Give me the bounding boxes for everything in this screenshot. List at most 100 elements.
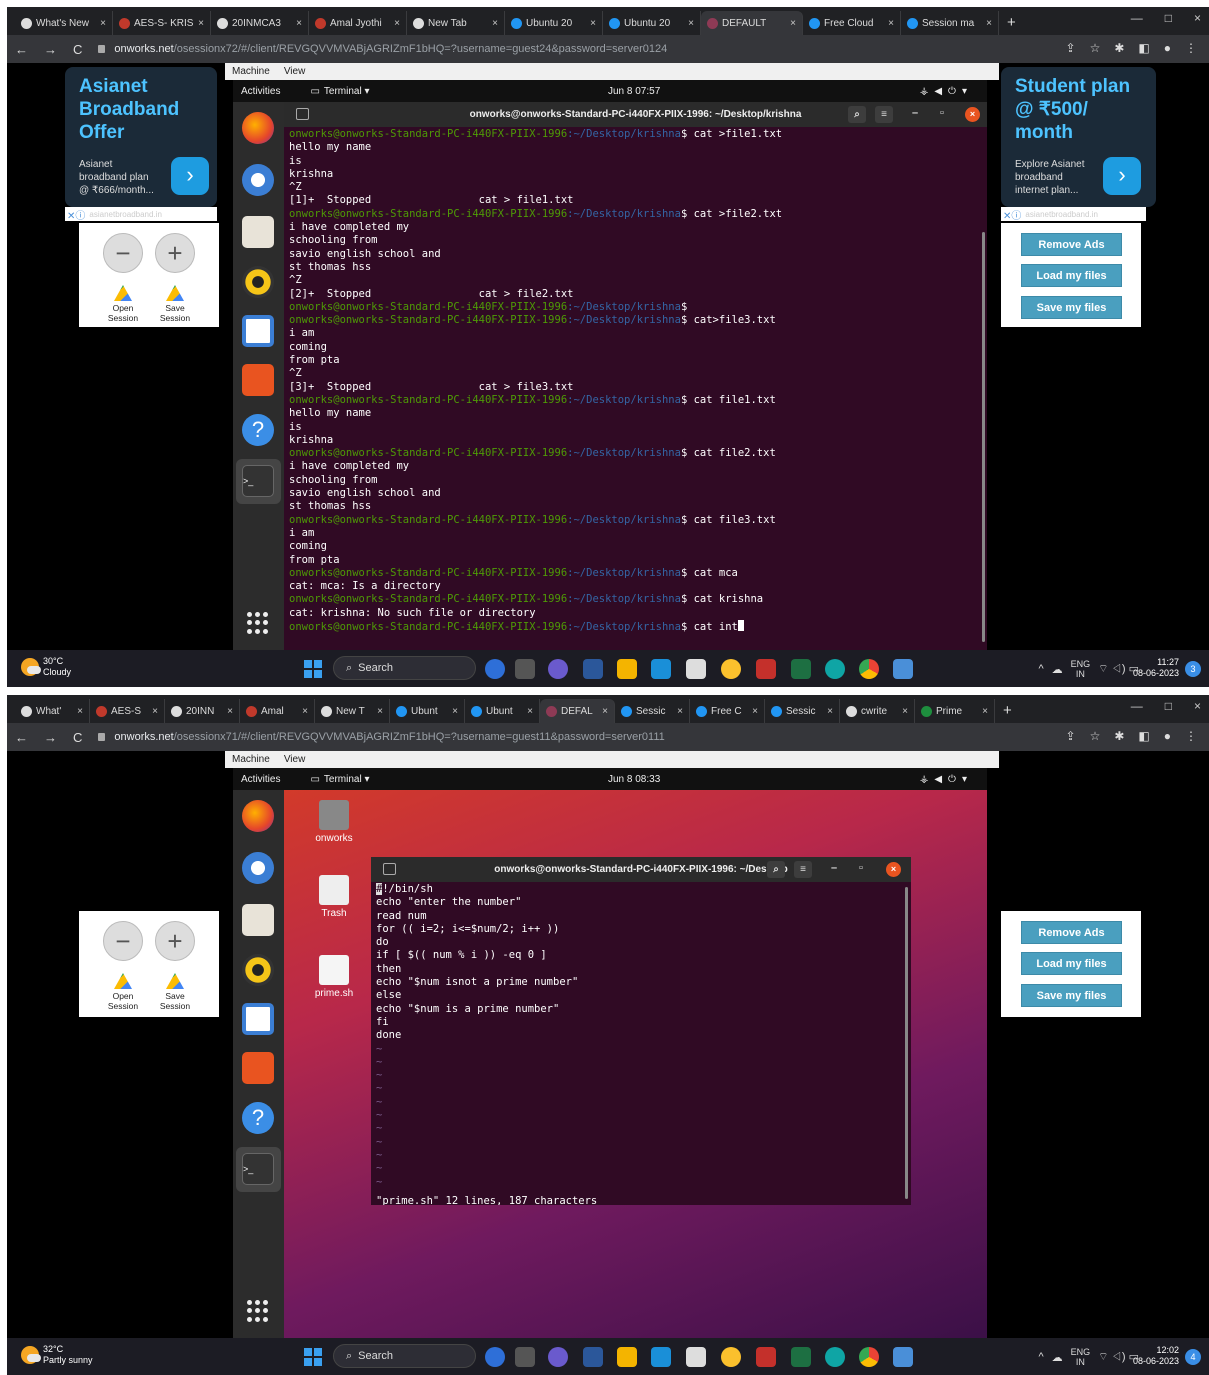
terminal-window[interactable]: onworks@onworks-Standard-PC-i440FX-PIIX-… — [284, 102, 987, 650]
tab-close-icon[interactable]: × — [602, 706, 608, 717]
close-window-icon[interactable]: × — [1194, 699, 1201, 713]
files-icon[interactable] — [242, 216, 274, 248]
tab-close-icon[interactable]: × — [152, 706, 158, 717]
terminal-output[interactable]: onworks@onworks-Standard-PC-i440FX-PIIX-… — [284, 127, 987, 634]
search-icon[interactable]: ⌕ — [767, 861, 785, 878]
tab-close-icon[interactable]: × — [986, 18, 992, 29]
vm-menu-machine[interactable]: Machine — [232, 66, 270, 77]
tab-close-icon[interactable]: × — [492, 18, 498, 29]
zoom-out-button[interactable]: − — [103, 233, 143, 273]
tab-close-icon[interactable]: × — [452, 706, 458, 717]
browser-tab[interactable]: New Tab × — [407, 11, 505, 35]
tab-close-icon[interactable]: × — [302, 706, 308, 717]
bing-icon[interactable] — [485, 1347, 505, 1367]
mcafee-icon[interactable] — [756, 1347, 776, 1367]
open-session-button[interactable]: Open Session — [103, 285, 143, 323]
tab-close-icon[interactable]: × — [394, 18, 400, 29]
terminal-icon[interactable]: >_ — [242, 1153, 274, 1185]
files-icon[interactable] — [242, 904, 274, 936]
tab-close-icon[interactable]: × — [902, 706, 908, 717]
tab-close-icon[interactable]: × — [527, 706, 533, 717]
browser-tab[interactable]: Amal × — [240, 699, 315, 723]
browser-tab[interactable]: 20INN × — [165, 699, 240, 723]
thunderbird-icon[interactable] — [242, 852, 274, 884]
browser-tab[interactable]: Sessic × — [615, 699, 690, 723]
share-icon[interactable]: ⇪ — [1066, 41, 1076, 55]
minimize-icon[interactable]: — — [1131, 11, 1143, 25]
browser-tab[interactable]: Session ma × — [901, 11, 999, 35]
new-tab-icon[interactable] — [296, 108, 309, 120]
new-tab-button[interactable]: + — [995, 699, 1020, 723]
edge-icon[interactable] — [825, 659, 845, 679]
search-icon[interactable]: ⌕ — [848, 106, 866, 123]
zoom-in-button[interactable]: + — [155, 921, 195, 961]
firefox-icon[interactable] — [242, 800, 274, 832]
ad-close-icon[interactable]: ✕ⓘ — [67, 207, 85, 222]
browser-tab[interactable]: Ubuntu 20 × — [603, 11, 701, 35]
menu-icon[interactable]: ≡ — [875, 106, 893, 123]
browser-tab[interactable]: Ubunt × — [465, 699, 540, 723]
more-icon[interactable]: ⋮ — [1185, 41, 1197, 55]
remove-ads-button[interactable]: Remove Ads — [1021, 921, 1122, 944]
rhythmbox-icon[interactable] — [242, 266, 274, 298]
remove-ads-button[interactable]: Remove Ads — [1021, 233, 1122, 256]
tab-close-icon[interactable]: × — [590, 18, 596, 29]
forward-icon[interactable]: → — [44, 42, 57, 57]
writer-icon[interactable] — [242, 315, 274, 347]
forward-icon[interactable]: → — [44, 730, 57, 745]
tab-close-icon[interactable]: × — [77, 706, 83, 717]
tab-close-icon[interactable]: × — [688, 18, 694, 29]
zoom-in-button[interactable]: + — [155, 233, 195, 273]
profile-icon[interactable]: ● — [1164, 41, 1171, 55]
zoom-out-button[interactable]: − — [103, 921, 143, 961]
menu-icon[interactable]: ≡ — [794, 861, 812, 878]
word-icon[interactable] — [583, 1347, 603, 1367]
save-files-button[interactable]: Save my files — [1021, 296, 1122, 319]
terminal-icon[interactable]: >_ — [242, 465, 274, 497]
maximize-icon[interactable]: □ — [1165, 11, 1172, 25]
maximize-icon[interactable]: □ — [1165, 699, 1172, 713]
tab-close-icon[interactable]: × — [198, 18, 204, 29]
star-icon[interactable]: ☆ — [1090, 41, 1101, 55]
system-menu[interactable]: ⚶◀⏻▾ — [920, 774, 973, 785]
profile-icon[interactable]: ● — [1164, 729, 1171, 743]
teams-icon[interactable] — [548, 1347, 568, 1367]
back-icon[interactable]: ← — [15, 730, 28, 745]
help-icon[interactable]: ? — [242, 414, 274, 446]
load-files-button[interactable]: Load my files — [1021, 952, 1122, 975]
weather-widget[interactable]: 32°C Partly sunny — [21, 1344, 93, 1366]
taskbar-search[interactable]: ⌕ Search — [333, 656, 476, 680]
reload-icon[interactable]: C — [73, 42, 82, 57]
system-tray[interactable]: ^ ☁ ENG IN ⌔ ◁) ▭ — [1038, 1347, 1139, 1367]
chrome-icon[interactable] — [859, 659, 879, 679]
tab-close-icon[interactable]: × — [100, 18, 106, 29]
save-session-button[interactable]: Save Session — [155, 285, 195, 323]
software-icon[interactable] — [242, 364, 274, 396]
browser-tab[interactable]: AES-S- KRIS × — [113, 11, 211, 35]
clock[interactable]: Jun 8 08:33 — [608, 774, 660, 785]
teams-icon[interactable] — [548, 659, 568, 679]
close-icon[interactable]: × — [965, 107, 980, 122]
app-grid-icon[interactable] — [247, 612, 269, 634]
system-menu[interactable]: ⚶◀⏻▾ — [920, 86, 973, 97]
tab-close-icon[interactable]: × — [790, 18, 796, 29]
bing-icon[interactable] — [485, 659, 505, 679]
terminal-app-menu[interactable]: ▭ Terminal ▾ — [310, 86, 369, 97]
thunderbird-icon[interactable] — [242, 164, 274, 196]
url-field[interactable]: onworks.net/osessionx71/#/client/REVGQVV… — [98, 731, 665, 743]
tab-close-icon[interactable]: × — [752, 706, 758, 717]
ad-left[interactable]: Asianet Broadband Offer Asianet broadban… — [65, 67, 217, 207]
taskbar-search[interactable]: ⌕ Search — [333, 1344, 476, 1368]
store-icon[interactable] — [651, 659, 671, 679]
browser-tab[interactable]: Ubuntu 20 × — [505, 11, 603, 35]
taskbar-clock[interactable]: 11:27 08-06-2023 — [1133, 657, 1179, 679]
more-icon[interactable]: ⋮ — [1185, 729, 1197, 743]
url-field[interactable]: onworks.net/osessionx72/#/client/REVGQVV… — [98, 43, 667, 55]
browser-tab[interactable]: Prime × — [915, 699, 995, 723]
vm-menu-machine[interactable]: Machine — [232, 754, 270, 765]
terminal-scrollbar[interactable] — [905, 887, 908, 1199]
ad-arrow-icon[interactable]: › — [171, 157, 209, 195]
desktop-icon-trash[interactable]: Trash — [304, 875, 364, 919]
firefox-icon[interactable] — [242, 112, 274, 144]
extensions-icon[interactable]: ✱ — [1114, 729, 1124, 743]
